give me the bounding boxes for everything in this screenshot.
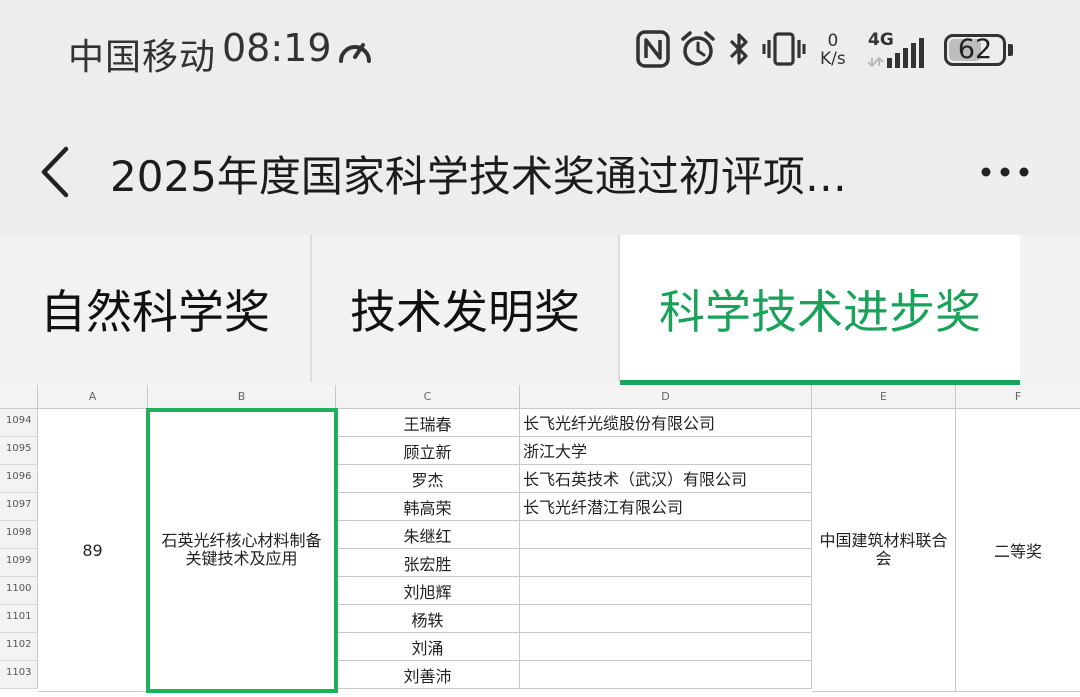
row-number[interactable]: 1103 <box>0 661 38 689</box>
cell-organization[interactable] <box>520 521 812 549</box>
cell-organization[interactable]: 长飞光纤光缆股份有限公司 <box>520 409 812 437</box>
cell-name[interactable]: 顾立新 <box>336 437 520 465</box>
row-number[interactable]: 1097 <box>0 493 38 521</box>
cell-organization[interactable] <box>520 661 812 689</box>
signal-icon <box>868 38 924 68</box>
row-number[interactable]: 1102 <box>0 633 38 661</box>
cell-b-merged[interactable]: 石英光纤核心材料制备关键技术及应用 <box>148 409 336 692</box>
carrier-name: 中国移动 <box>68 37 217 78</box>
column-header-d[interactable]: D <box>520 385 812 409</box>
status-time: 08:19 <box>222 26 332 70</box>
row-number[interactable]: 1094 <box>0 409 38 437</box>
column-header-a[interactable]: A <box>38 385 148 409</box>
tab-technical-invention[interactable]: 技术发明奖 <box>312 235 620 382</box>
cell-organization[interactable]: 长飞石英技术（武汉）有限公司 <box>520 465 812 493</box>
cell-organization[interactable]: 长飞光纤潜江有限公司 <box>520 493 812 521</box>
bluetooth-icon <box>729 33 748 65</box>
column-header-e[interactable]: E <box>812 385 956 409</box>
corner-header[interactable] <box>0 385 38 409</box>
nominator: 中国建筑材料联合会 <box>819 531 948 568</box>
tab-sci-tech-progress[interactable]: 科学技术进步奖 <box>620 235 1020 382</box>
cell-organization[interactable] <box>520 605 812 633</box>
cell-name[interactable]: 刘善沛 <box>336 661 520 689</box>
speedometer-icon <box>339 43 371 63</box>
network-speed: 0 K/s <box>820 31 846 69</box>
vibrate-icon <box>762 32 806 66</box>
cell-a-merged[interactable]: 89 <box>38 409 148 692</box>
cell-organization[interactable] <box>520 577 812 605</box>
row-number[interactable]: 1096 <box>0 465 38 493</box>
row-number[interactable]: 1099 <box>0 549 38 577</box>
cell-name[interactable]: 王瑞春 <box>336 409 520 437</box>
sheet-tabs: 自然科学奖 技术发明奖 科学技术进步奖 <box>0 235 1080 385</box>
battery-indicator: 62 <box>944 34 1006 66</box>
back-icon[interactable] <box>38 145 72 199</box>
status-bar: 中国移动 08:19 0 K/s 4G 62 <box>0 0 1080 105</box>
project-name: 石英光纤核心材料制备关键技术及应用 <box>161 531 322 568</box>
column-header-c[interactable]: C <box>336 385 520 409</box>
nfc-icon <box>636 30 670 68</box>
tab-overflow[interactable] <box>1020 235 1080 382</box>
spreadsheet[interactable]: A B C D E F 1094 王瑞春 长飞光纤光缆股份有限公司 1095 顾立新 浙江… <box>0 385 1080 697</box>
column-header-b[interactable]: B <box>148 385 336 409</box>
cell-name[interactable]: 刘涌 <box>336 633 520 661</box>
column-header-f[interactable]: F <box>956 385 1080 409</box>
app-bar: 2025年度国家科学技术奖通过初评项… <box>0 105 1080 235</box>
cell-name[interactable]: 罗杰 <box>336 465 520 493</box>
tab-natural-science[interactable]: 自然科学奖 <box>0 235 312 382</box>
battery-percent: 62 <box>957 34 993 65</box>
cell-f-merged[interactable]: 二等奖 <box>956 409 1080 692</box>
row-number[interactable]: 1095 <box>0 437 38 465</box>
cell-name[interactable]: 张宏胜 <box>336 549 520 577</box>
cell-name[interactable]: 刘旭辉 <box>336 577 520 605</box>
more-options-icon[interactable] <box>980 165 1030 179</box>
cell-name[interactable]: 韩高荣 <box>336 493 520 521</box>
row-number[interactable]: 1100 <box>0 577 38 605</box>
row-number[interactable]: 1101 <box>0 605 38 633</box>
cell-organization[interactable]: 浙江大学 <box>520 437 812 465</box>
page-title: 2025年度国家科学技术奖通过初评项… <box>110 152 847 201</box>
row-number[interactable]: 1098 <box>0 521 38 549</box>
cell-name[interactable]: 朱继红 <box>336 521 520 549</box>
alarm-icon <box>681 31 715 66</box>
cell-name[interactable]: 杨轶 <box>336 605 520 633</box>
cell-e-merged[interactable]: 中国建筑材料联合会 <box>812 409 956 692</box>
cell-organization[interactable] <box>520 633 812 661</box>
cell-organization[interactable] <box>520 549 812 577</box>
battery-tip <box>1008 44 1013 56</box>
